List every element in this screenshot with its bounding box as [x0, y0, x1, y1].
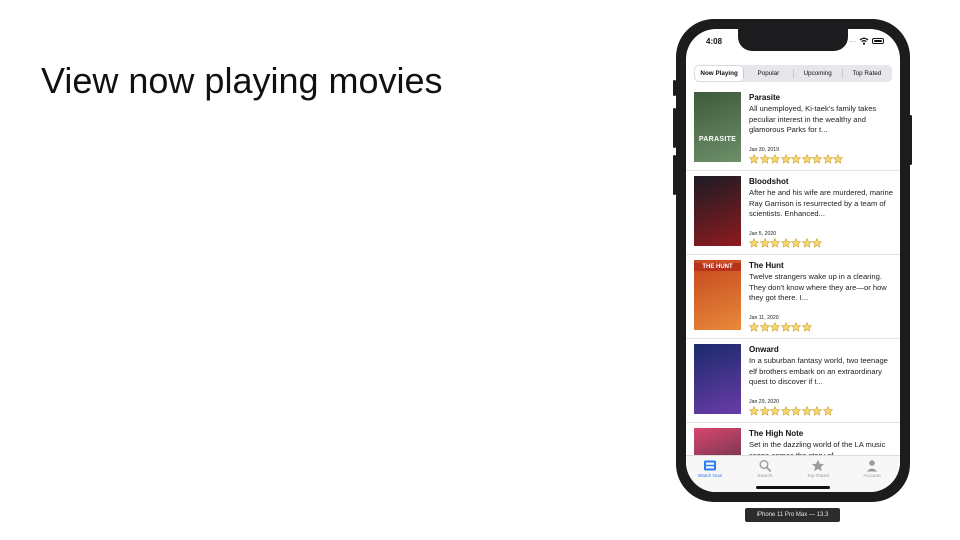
- movie-poster: [694, 176, 741, 246]
- movie-rating-stars: [749, 154, 893, 164]
- segment-upcoming[interactable]: Upcoming: [794, 66, 842, 81]
- star-icon: [791, 238, 801, 248]
- star-icon: [759, 154, 770, 164]
- star-icon: [749, 154, 759, 164]
- device-caption: iPhone 11 Pro Max — 13.3: [745, 508, 840, 522]
- star-icon: [822, 154, 833, 164]
- movie-rating-stars: [749, 238, 893, 248]
- star-icon: [801, 238, 812, 248]
- notch: [738, 29, 848, 51]
- tab-label: Watch Now: [697, 474, 723, 479]
- tab-watch-now[interactable]: Watch Now: [690, 459, 730, 479]
- movie-poster: PARASITE: [694, 92, 741, 162]
- segment-popular[interactable]: Popular: [744, 66, 792, 81]
- star-icon: [780, 406, 791, 416]
- movie-overview: Set in the dazzling world of the LA musi…: [749, 440, 886, 455]
- slide-title: View now playing movies: [41, 60, 443, 101]
- movie-poster: [694, 428, 741, 455]
- star-icon: [780, 154, 791, 164]
- signal-icon: ....: [849, 38, 856, 44]
- movie-release-date: Jan 5, 2020: [749, 231, 777, 237]
- poster-title-text: THE HUNT: [694, 263, 741, 271]
- star-icon: [770, 238, 780, 248]
- star-icon: [759, 322, 770, 332]
- star-icon: [801, 406, 812, 416]
- movie-poster: [694, 344, 741, 414]
- phone-screen: 4:08 .... Now Playing Popular Upcoming Top …: [686, 29, 900, 492]
- star-icon: [770, 406, 780, 416]
- movie-row[interactable]: THE HUNT The Hunt Twelve strangers wake up…: [686, 255, 900, 339]
- tab-label: Search: [757, 474, 773, 479]
- battery-icon: [872, 38, 884, 44]
- search-icon: [759, 460, 772, 472]
- star-icon: [812, 406, 822, 416]
- movie-release-date: Jan 11, 2020: [749, 315, 779, 321]
- segment-now-playing[interactable]: Now Playing: [695, 66, 744, 81]
- movie-overview: After he and his wife are murdered, mari…: [749, 188, 893, 218]
- star-icon: [759, 406, 770, 416]
- poster-title-text: PARASITE: [698, 136, 737, 143]
- movie-overview: Twelve strangers wake up in a clearing. …: [749, 272, 887, 302]
- star-icon: [812, 459, 824, 472]
- tab-label: Account: [863, 474, 881, 479]
- wifi-icon: [859, 37, 869, 45]
- movie-info: Onward In a suburban fantasy world, two t…: [749, 345, 893, 416]
- iphone-device-frame: 4:08 .... Now Playing Popular Upcoming Top …: [676, 19, 910, 502]
- star-icon: [812, 154, 822, 164]
- movie-row[interactable]: The High Note Set in the dazzling world o…: [686, 423, 900, 455]
- tab-label: Top Rated: [807, 474, 829, 479]
- movie-rating-stars: [749, 406, 893, 416]
- movie-overview: In a suburban fantasy world, two teenage…: [749, 356, 888, 386]
- movie-info: Parasite All unemployed, Ki-taek's family…: [749, 93, 893, 164]
- movie-row[interactable]: PARASITE Parasite All unemployed, Ki-taek'…: [686, 87, 900, 171]
- person-icon: [866, 460, 878, 472]
- movie-overview: All unemployed, Ki-taek's family takes p…: [749, 104, 877, 134]
- movie-row[interactable]: Bloodshot After he and his wife are murde…: [686, 171, 900, 255]
- movie-list[interactable]: PARASITE Parasite All unemployed, Ki-taek'…: [686, 87, 900, 455]
- film-icon: [704, 460, 716, 471]
- home-indicator[interactable]: [756, 486, 830, 489]
- tab-search[interactable]: Search: [745, 459, 785, 479]
- movie-title: Bloodshot: [749, 177, 789, 186]
- star-icon: [833, 154, 843, 164]
- status-icons: ....: [849, 37, 884, 45]
- movie-title: The High Note: [749, 429, 804, 438]
- movie-title: The Hunt: [749, 261, 784, 270]
- star-icon: [770, 154, 780, 164]
- star-icon: [749, 238, 759, 248]
- segment-top-rated[interactable]: Top Rated: [843, 66, 891, 81]
- star-icon: [780, 322, 791, 332]
- star-icon: [791, 406, 801, 416]
- star-icon: [791, 154, 801, 164]
- slide: View now playing movies 4:08 .... Now Pl…: [0, 0, 960, 540]
- star-icon: [801, 322, 812, 332]
- movie-info: Bloodshot After he and his wife are murde…: [749, 177, 893, 248]
- star-icon: [749, 322, 759, 332]
- movie-rating-stars: [749, 322, 893, 332]
- star-icon: [812, 238, 822, 248]
- star-icon: [749, 406, 759, 416]
- movie-row[interactable]: Onward In a suburban fantasy world, two t…: [686, 339, 900, 423]
- movie-title: Parasite: [749, 93, 781, 102]
- star-icon: [822, 406, 833, 416]
- star-icon: [780, 238, 791, 248]
- status-time: 4:08: [706, 37, 723, 46]
- category-segmented-control[interactable]: Now Playing Popular Upcoming Top Rated: [694, 65, 892, 82]
- star-icon: [759, 238, 770, 248]
- tab-account[interactable]: Account: [852, 459, 892, 479]
- movie-release-date: Jan 29, 2020: [749, 399, 779, 405]
- movie-info: The Hunt Twelve strangers wake up in a cl…: [749, 261, 893, 332]
- movie-release-date: Jan 30, 2019: [749, 147, 779, 153]
- movie-title: Onward: [749, 345, 779, 354]
- star-icon: [801, 154, 812, 164]
- movie-info: The High Note Set in the dazzling world o…: [749, 429, 893, 455]
- tab-top-rated[interactable]: Top Rated: [798, 459, 838, 479]
- star-icon: [770, 322, 780, 332]
- star-icon: [791, 322, 801, 332]
- movie-poster: THE HUNT: [694, 260, 741, 330]
